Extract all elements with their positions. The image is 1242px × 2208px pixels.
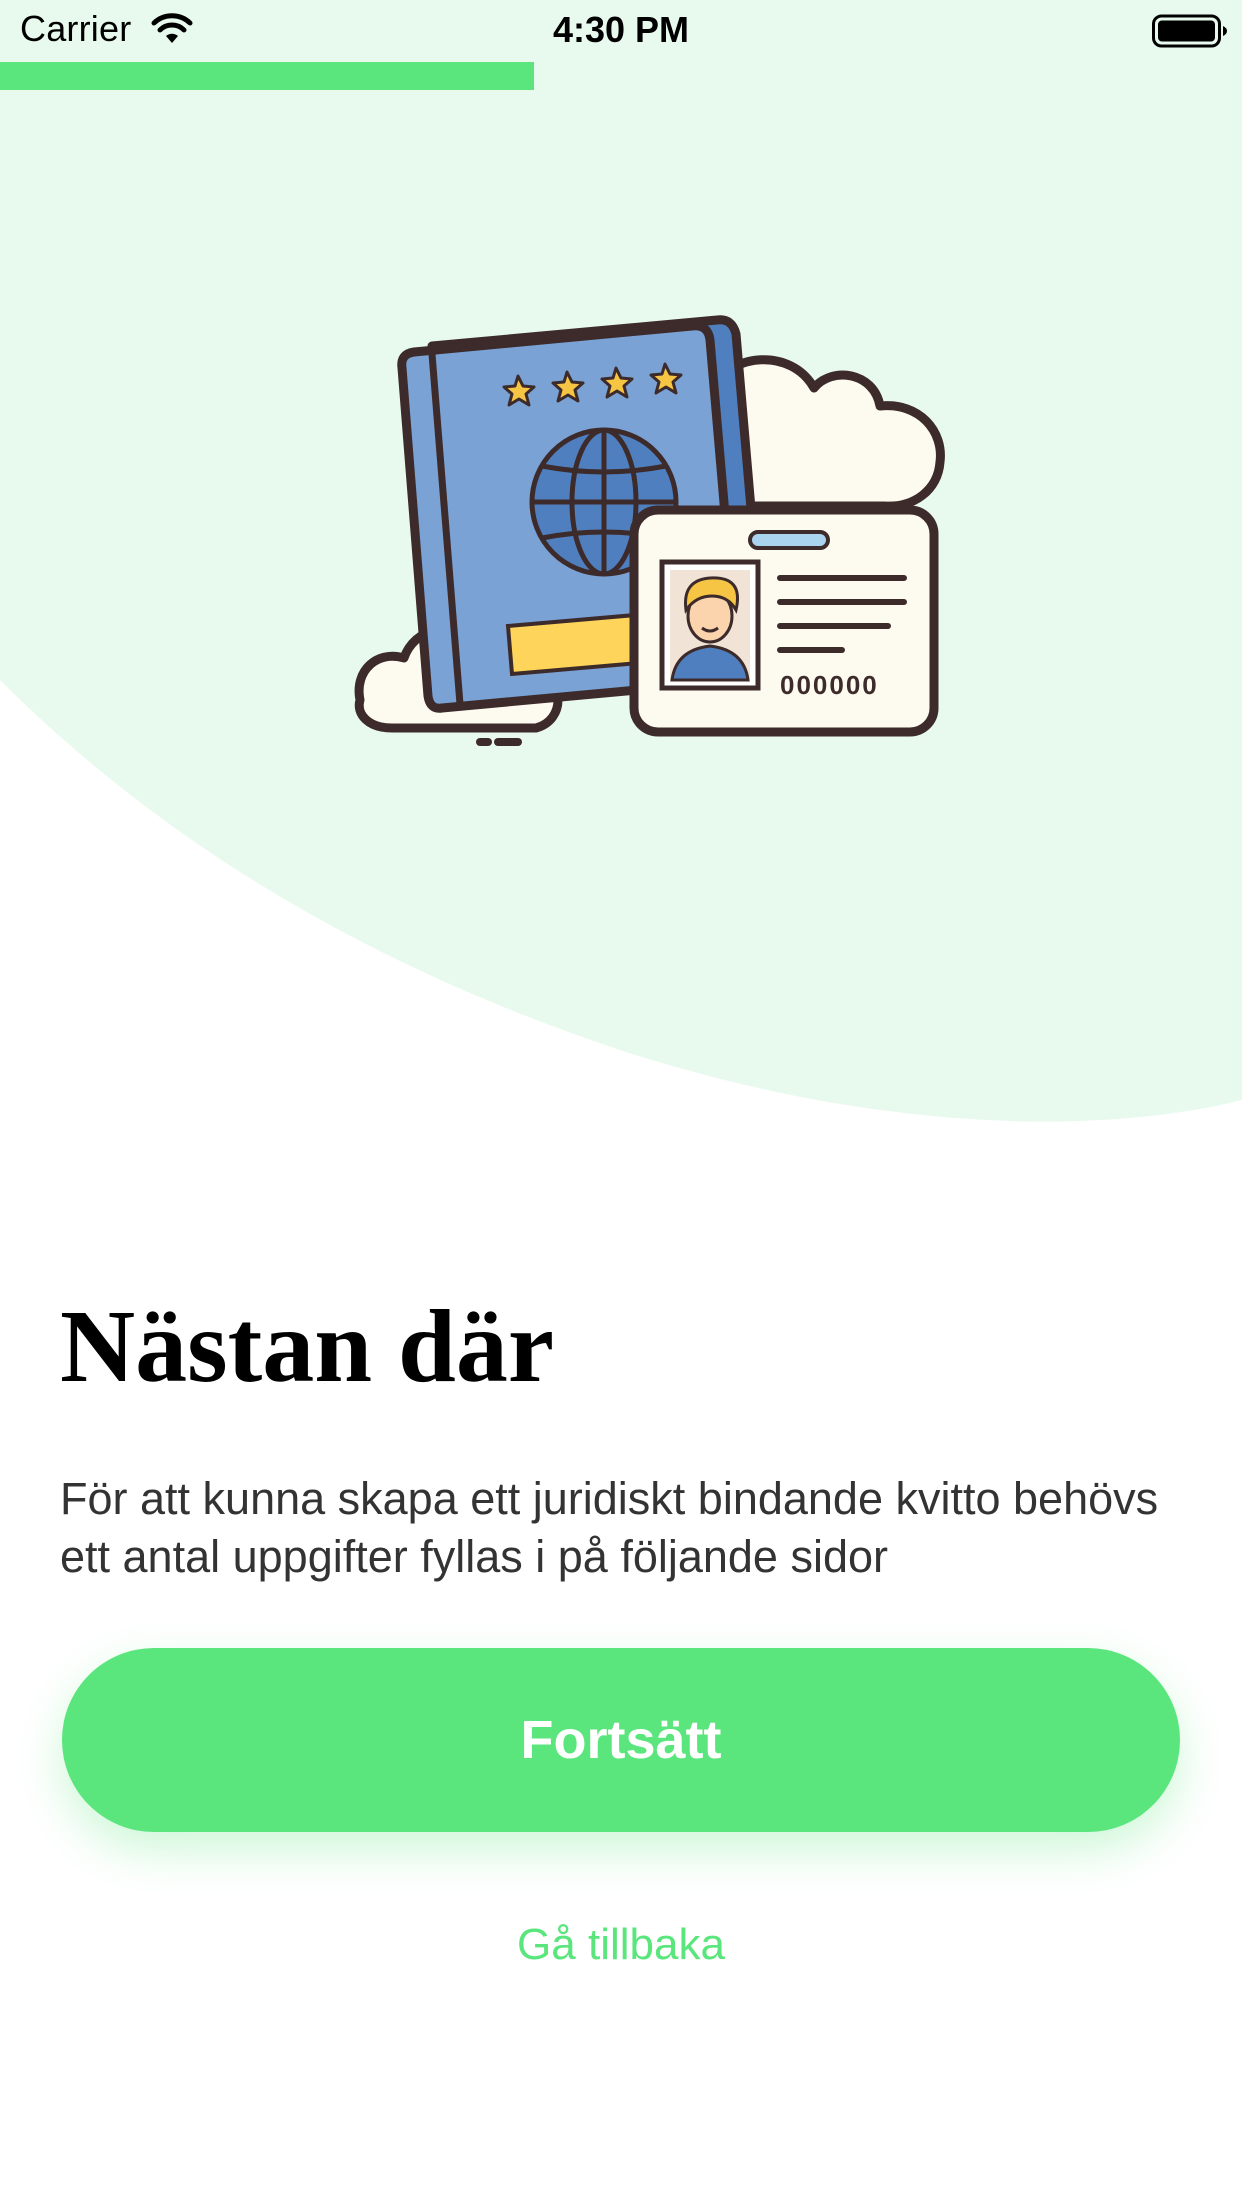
id-card-number: 000000	[780, 670, 879, 700]
passport-and-id-card-illustration: 000000	[354, 315, 945, 746]
id-card-icon: 000000	[629, 505, 939, 737]
page-description: För att kunna skapa ett juridiskt bindan…	[60, 1473, 1159, 1582]
continue-button[interactable]: Fortsätt	[62, 1648, 1180, 1832]
battery-full-icon	[1152, 14, 1227, 48]
back-link[interactable]: Gå tillbaka	[0, 1920, 1242, 1970]
progress-bar	[0, 62, 1242, 90]
progress-bar-fill	[0, 62, 535, 90]
status-time: 4:30 PM	[552, 9, 690, 50]
status-bar: Carrier 4:30 PM	[0, 0, 1242, 60]
page-title: Nästan där	[60, 1289, 555, 1404]
continue-button-label: Fortsätt	[520, 1710, 722, 1770]
onboarding-screen: Carrier 4:30 PM 000000 Nästan där För at…	[0, 0, 1242, 2208]
